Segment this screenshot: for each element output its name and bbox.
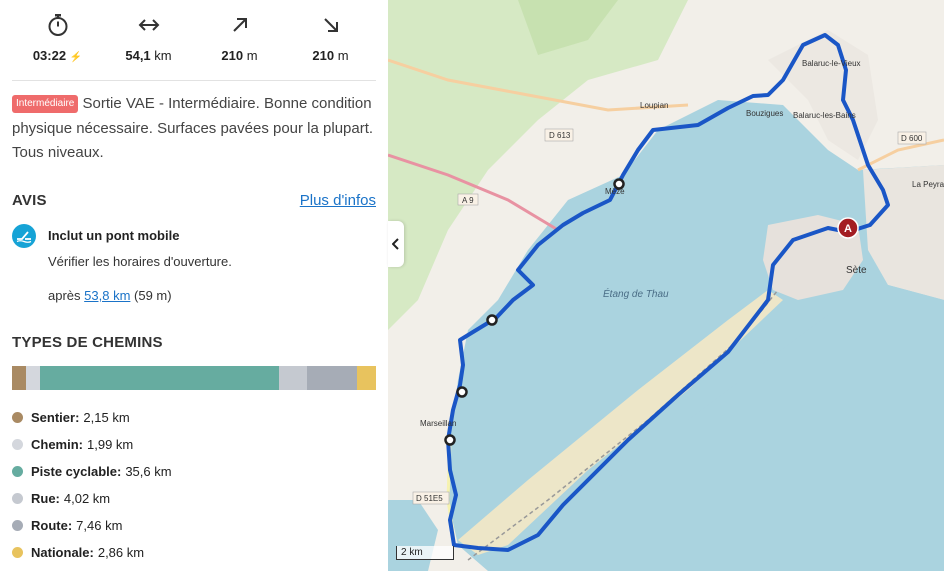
label-etang: Étang de Thau xyxy=(603,287,669,300)
route-description: Intermédiaire Sortie VAE - Intermédiaire… xyxy=(12,92,376,166)
ascent-value: 210 xyxy=(221,48,244,63)
legend-color-dot xyxy=(12,493,23,504)
legend-item: Rue: 4,02 km xyxy=(12,485,376,512)
path-type-segment xyxy=(12,366,27,390)
map-canvas[interactable]: A Loupian Bouzigues Balaruc-le-Vieux Bal… xyxy=(388,0,944,571)
descent-unit: m xyxy=(337,48,349,63)
path-type-segment xyxy=(279,366,307,390)
descent-arrow-icon xyxy=(285,10,376,40)
road-label-a9: A 9 xyxy=(462,196,474,205)
map-scale: 2 km xyxy=(396,546,454,560)
duration-value: 03:22 xyxy=(32,48,67,63)
ebike-bolt-icon: ⚡ xyxy=(69,52,83,63)
difficulty-badge: Intermédiaire xyxy=(12,95,79,113)
path-types-heading: TYPES DE CHEMINS xyxy=(12,334,163,351)
notice-distance-link[interactable]: 53,8 km xyxy=(84,288,130,303)
path-type-segment xyxy=(39,366,280,390)
legend-label: Chemin: xyxy=(31,437,83,452)
legend-value: 35,6 km xyxy=(125,464,172,479)
label-meze: Mèze xyxy=(605,187,625,196)
notice-subtitle: Vérifier les horaires d'ouverture. xyxy=(48,254,232,269)
label-balaruc-vieux: Balaruc-le-Vieux xyxy=(802,59,861,68)
legend-color-dot xyxy=(12,439,23,450)
path-type-segment xyxy=(356,366,376,390)
label-loupian: Loupian xyxy=(640,101,668,110)
label-bouzigues: Bouzigues xyxy=(746,109,783,118)
descent-value: 210 xyxy=(312,48,335,63)
legend-color-dot xyxy=(12,520,23,531)
legend-value: 4,02 km xyxy=(63,491,111,506)
legend-value: 1,99 km xyxy=(87,437,134,452)
label-marseillan: Marseillan xyxy=(420,419,456,428)
stat-descent: 210 m xyxy=(285,10,376,80)
distance-value: 54,1 xyxy=(125,48,151,63)
map-view[interactable]: A Loupian Bouzigues Balaruc-le-Vieux Bal… xyxy=(388,0,944,571)
more-info-link[interactable]: Plus d'infos xyxy=(300,192,376,209)
distance-unit: km xyxy=(154,48,172,63)
legend-item: Chemin: 1,99 km xyxy=(12,431,376,458)
label-sete: Sète xyxy=(846,265,867,276)
distance-arrows-icon xyxy=(103,10,194,40)
road-label-d613: D 613 xyxy=(549,131,571,140)
legend-item: Nationale: 2,86 km xyxy=(12,539,376,566)
label-balaruc-bains: Balaruc-les-Bains xyxy=(793,111,856,120)
legend-label: Piste cyclable: xyxy=(31,464,122,479)
legend-color-dot xyxy=(12,547,23,558)
legend-item: Route: 7,46 km xyxy=(12,512,376,539)
label-la-peyrade: La Peyra xyxy=(912,180,944,189)
route-stats: 03:22 ⚡ 54,1 km 210 m 210 m xyxy=(12,10,376,81)
path-type-segment xyxy=(26,366,40,390)
legend-color-dot xyxy=(12,466,23,477)
ascent-arrow-icon xyxy=(194,10,285,40)
legend-label: Route: xyxy=(31,518,73,533)
notice-location: après 53,8 km (59 m) xyxy=(48,288,172,303)
path-types-bar xyxy=(12,366,376,390)
legend-label: Sentier: xyxy=(31,410,80,425)
path-types-legend: Sentier: 2,15 km Chemin: 1,99 km Piste cycla… xyxy=(12,404,376,566)
legend-label: Rue: xyxy=(31,491,60,506)
start-marker-label: A xyxy=(844,223,852,235)
waypoint-marker xyxy=(456,386,468,398)
legend-item: Piste cyclable: 35,6 km xyxy=(12,458,376,485)
legend-label: Nationale: xyxy=(31,545,94,560)
waypoint-marker xyxy=(486,314,498,326)
path-type-segment xyxy=(306,366,357,390)
legend-color-dot xyxy=(12,412,23,423)
notice-after-prefix: après xyxy=(48,288,81,303)
bridge-icon xyxy=(12,224,36,248)
avis-heading: AVIS xyxy=(12,192,47,209)
road-label-d51e5: D 51E5 xyxy=(416,494,443,503)
chevron-left-icon xyxy=(392,238,399,250)
stopwatch-icon xyxy=(12,10,103,40)
notice-after-suffix: (59 m) xyxy=(134,288,172,303)
stat-ascent: 210 m xyxy=(194,10,285,80)
legend-value: 2,15 km xyxy=(83,410,130,425)
road-label-d600: D 600 xyxy=(901,134,923,143)
collapse-panel-button[interactable] xyxy=(388,221,404,267)
waypoint-marker xyxy=(444,434,456,446)
route-details-panel: 03:22 ⚡ 54,1 km 210 m 210 m Intermédiair… xyxy=(0,0,388,571)
stat-duration: 03:22 ⚡ xyxy=(12,10,103,80)
legend-value: 2,86 km xyxy=(97,545,145,560)
stat-distance: 54,1 km xyxy=(103,10,194,80)
ascent-unit: m xyxy=(246,48,258,63)
notice-title: Inclut un pont mobile xyxy=(48,228,180,243)
legend-item: Sentier: 2,15 km xyxy=(12,404,376,431)
legend-value: 7,46 km xyxy=(76,518,123,533)
